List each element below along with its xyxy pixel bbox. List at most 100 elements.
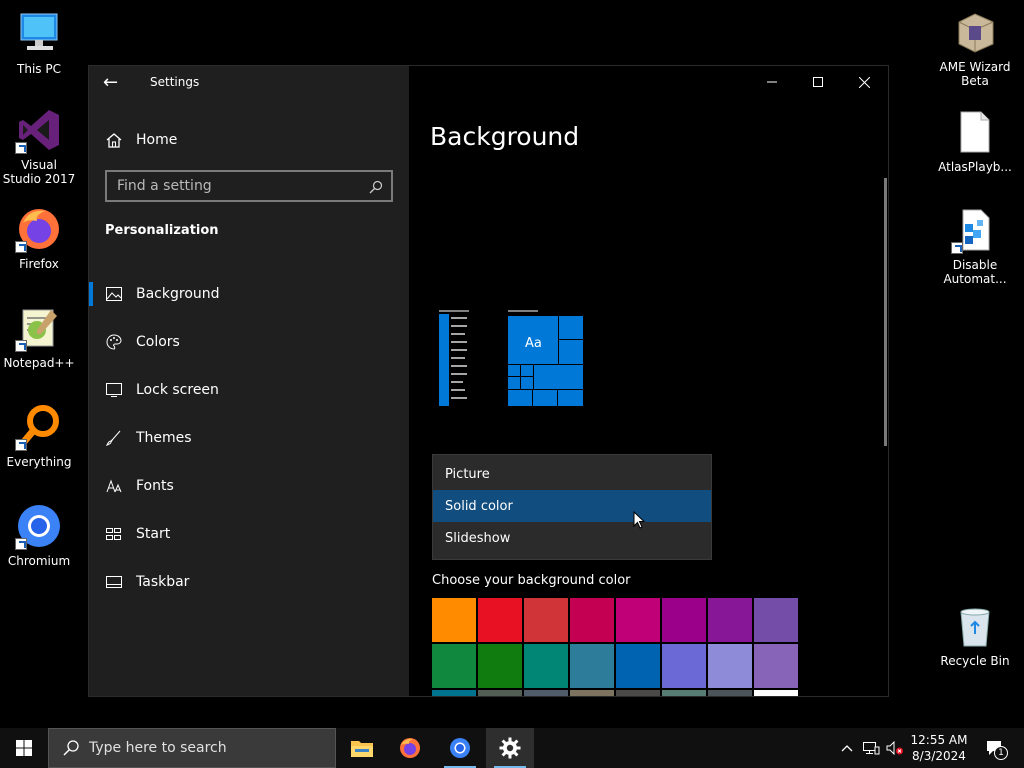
start-button[interactable] (0, 728, 48, 768)
desktop-icon-label: AME Wizard Beta (939, 60, 1011, 88)
gear-icon (499, 737, 521, 759)
nav-item-colors[interactable]: Colors (89, 318, 409, 366)
shortcut-arrow-icon (15, 142, 27, 154)
color-swatch[interactable] (524, 598, 568, 642)
network-tray-button[interactable] (860, 728, 882, 768)
picture-icon (106, 286, 122, 302)
maximize-button[interactable] (795, 66, 841, 98)
find-setting-search[interactable] (105, 170, 393, 202)
action-center-button[interactable]: 1 (980, 728, 1010, 768)
fonts-icon (106, 478, 122, 494)
nav-item-lock-screen[interactable]: Lock screen (89, 366, 409, 414)
desktop-icon-visual-studio[interactable]: Visual Studio 2017 (1, 106, 77, 186)
color-swatch[interactable] (524, 690, 568, 696)
color-swatch[interactable] (616, 644, 660, 688)
background-preview: Aa (437, 310, 587, 410)
close-button[interactable] (841, 66, 887, 98)
dropdown-option-picture[interactable]: Picture (433, 458, 711, 490)
desktop-icon-disable-automatic[interactable]: Disable Automat... (937, 206, 1013, 286)
choose-background-color-label: Choose your background color (432, 573, 631, 588)
desktop-icon-recycle-bin[interactable]: Recycle Bin (937, 602, 1013, 668)
visual-studio-icon (15, 106, 63, 154)
taskbar-search[interactable] (48, 728, 336, 768)
desktop-icon-notepad-plus-plus[interactable]: Notepad++ (1, 304, 77, 370)
show-hidden-icons-button[interactable] (838, 728, 856, 768)
background-type-dropdown[interactable]: Picture Solid color Slideshow (432, 454, 712, 560)
ame-wizard-icon (951, 8, 999, 56)
settings-content-pane: Background Aa Picture Solid color Slides… (409, 66, 888, 696)
nav-item-themes[interactable]: Themes (89, 414, 409, 462)
app-title: Settings (150, 75, 200, 89)
desktop-icon-label: This PC (17, 62, 61, 76)
color-swatch[interactable] (432, 598, 476, 642)
nav-item-start[interactable]: Start (89, 510, 409, 558)
color-swatch[interactable] (432, 644, 476, 688)
shortcut-arrow-icon (15, 241, 27, 253)
chevron-up-icon (841, 745, 853, 752)
color-swatch[interactable] (616, 690, 660, 696)
taskbar: 12:55 AM 8/3/2024 1 (0, 728, 1024, 768)
taskbar-search-input[interactable] (89, 740, 319, 756)
script-file-icon (951, 206, 999, 254)
color-swatch[interactable] (478, 690, 522, 696)
dropdown-option-slideshow[interactable]: Slideshow (433, 522, 711, 554)
desktop-icon-ame-wizard[interactable]: AME Wizard Beta (937, 8, 1013, 88)
home-icon (105, 132, 123, 148)
color-swatch[interactable] (754, 690, 798, 696)
desktop-icon-label: Disable Automat... (943, 258, 1007, 286)
color-swatch[interactable] (708, 690, 752, 696)
color-swatch[interactable] (570, 598, 614, 642)
nav-item-fonts[interactable]: Fonts (89, 462, 409, 510)
taskbar-clock[interactable]: 12:55 AM 8/3/2024 (904, 732, 974, 764)
color-swatch[interactable] (662, 644, 706, 688)
desktop-icon-firefox[interactable]: Firefox (1, 205, 77, 271)
computer-icon (15, 10, 63, 58)
color-swatch[interactable] (662, 690, 706, 696)
nav-item-label: Fonts (136, 478, 174, 494)
color-swatch[interactable] (432, 690, 476, 696)
color-swatch[interactable] (754, 598, 798, 642)
color-swatch[interactable] (708, 598, 752, 642)
color-swatch[interactable] (478, 644, 522, 688)
desktop-icon-label: Firefox (19, 257, 59, 271)
color-swatch[interactable] (570, 644, 614, 688)
taskbar-settings[interactable] (486, 728, 534, 768)
volume-tray-button[interactable] (884, 728, 906, 768)
taskbar-firefox[interactable] (386, 728, 434, 768)
clock-date: 8/3/2024 (912, 749, 966, 763)
color-swatch[interactable] (754, 644, 798, 688)
search-icon[interactable] (369, 179, 383, 194)
desktop-icon-chromium[interactable]: Chromium (1, 502, 77, 568)
desktop-icon-label: Chromium (7, 554, 71, 568)
desktop-icon-label: Visual Studio 2017 (2, 158, 76, 186)
shortcut-arrow-icon (15, 538, 27, 550)
firefox-icon (400, 738, 420, 758)
taskbar-chromium[interactable] (436, 728, 484, 768)
desktop-icon-atlas-playbook[interactable]: AtlasPlayb... (937, 108, 1013, 174)
color-swatch[interactable] (524, 644, 568, 688)
shortcut-arrow-icon (15, 340, 27, 352)
nav-item-label: Start (136, 526, 171, 542)
desktop-icon-this-pc[interactable]: This PC (1, 10, 77, 76)
minimize-button[interactable] (749, 66, 795, 98)
find-setting-input[interactable] (117, 178, 357, 194)
preview-tile-text: Aa (525, 336, 542, 351)
desktop-icon-everything[interactable]: Everything (1, 403, 77, 469)
color-swatch[interactable] (478, 598, 522, 642)
settings-nav-pane: ← Settings Home Personalization Backgrou… (89, 66, 409, 696)
color-swatch[interactable] (662, 598, 706, 642)
color-swatch[interactable] (570, 690, 614, 696)
recycle-bin-icon (951, 602, 999, 650)
clock-time: 12:55 AM (910, 733, 968, 747)
taskbar-file-explorer[interactable] (338, 728, 386, 768)
nav-item-taskbar[interactable]: Taskbar (89, 558, 409, 606)
desktop-icon-label: Notepad++ (3, 356, 75, 370)
color-swatch[interactable] (616, 598, 660, 642)
content-scrollbar[interactable] (884, 178, 887, 446)
color-swatch[interactable] (708, 644, 752, 688)
nav-item-background[interactable]: Background (89, 270, 409, 318)
back-button[interactable]: ← (103, 74, 123, 94)
home-nav-item[interactable]: Home (105, 130, 177, 150)
dropdown-option-solid-color[interactable]: Solid color (433, 490, 711, 522)
mouse-cursor-icon (633, 510, 646, 533)
